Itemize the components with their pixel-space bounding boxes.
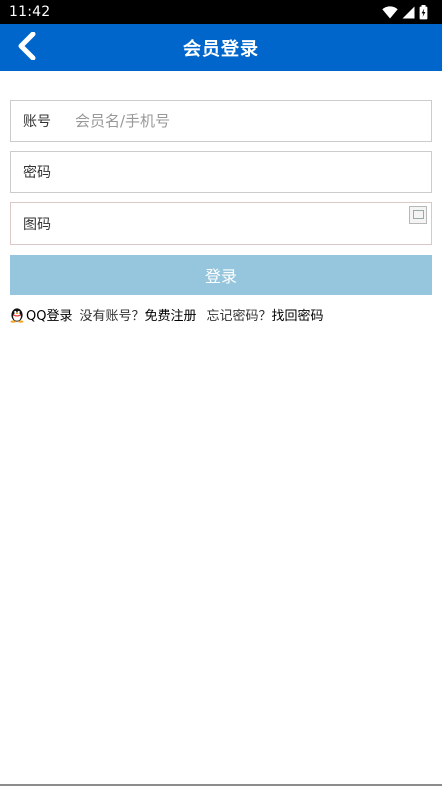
signal-icon [402,6,415,19]
page-title: 会员登录 [183,38,259,60]
chevron-left-icon [16,31,38,64]
qq-login-link[interactable]: QQ登录 [9,305,72,324]
back-button[interactable] [12,31,42,64]
account-input[interactable] [75,101,431,141]
app-bar: 会员登录 [0,24,442,71]
captcha-label: 图码 [23,216,51,233]
recover-password-link[interactable]: 找回密码 [272,305,324,324]
password-label: 密码 [23,165,51,181]
register-link[interactable]: 免费注册 [144,305,196,324]
wifi-icon [382,5,398,19]
password-input[interactable] [75,152,431,192]
status-icons [382,4,428,20]
login-button[interactable]: 登录 [10,255,432,295]
forgot-password-prompt: 忘记密码？ [206,308,272,324]
captcha-input[interactable] [75,203,431,244]
captcha-field: 图码 [10,202,432,245]
account-label: 账号 [23,114,51,130]
no-account-prompt: 没有账号？ [79,308,145,324]
account-field: 账号 [10,100,432,142]
broken-image-icon[interactable] [409,206,427,224]
qq-login-label: QQ登录 [26,308,73,324]
password-field: 密码 [10,151,432,193]
login-links: QQ登录 没有账号？ 免费注册 忘记密码？ 找回密码 [9,304,324,324]
qq-penguin-icon [9,306,25,323]
status-bar: 11:42 [0,0,442,24]
battery-icon [419,4,428,20]
status-time: 11:42 [9,4,51,20]
